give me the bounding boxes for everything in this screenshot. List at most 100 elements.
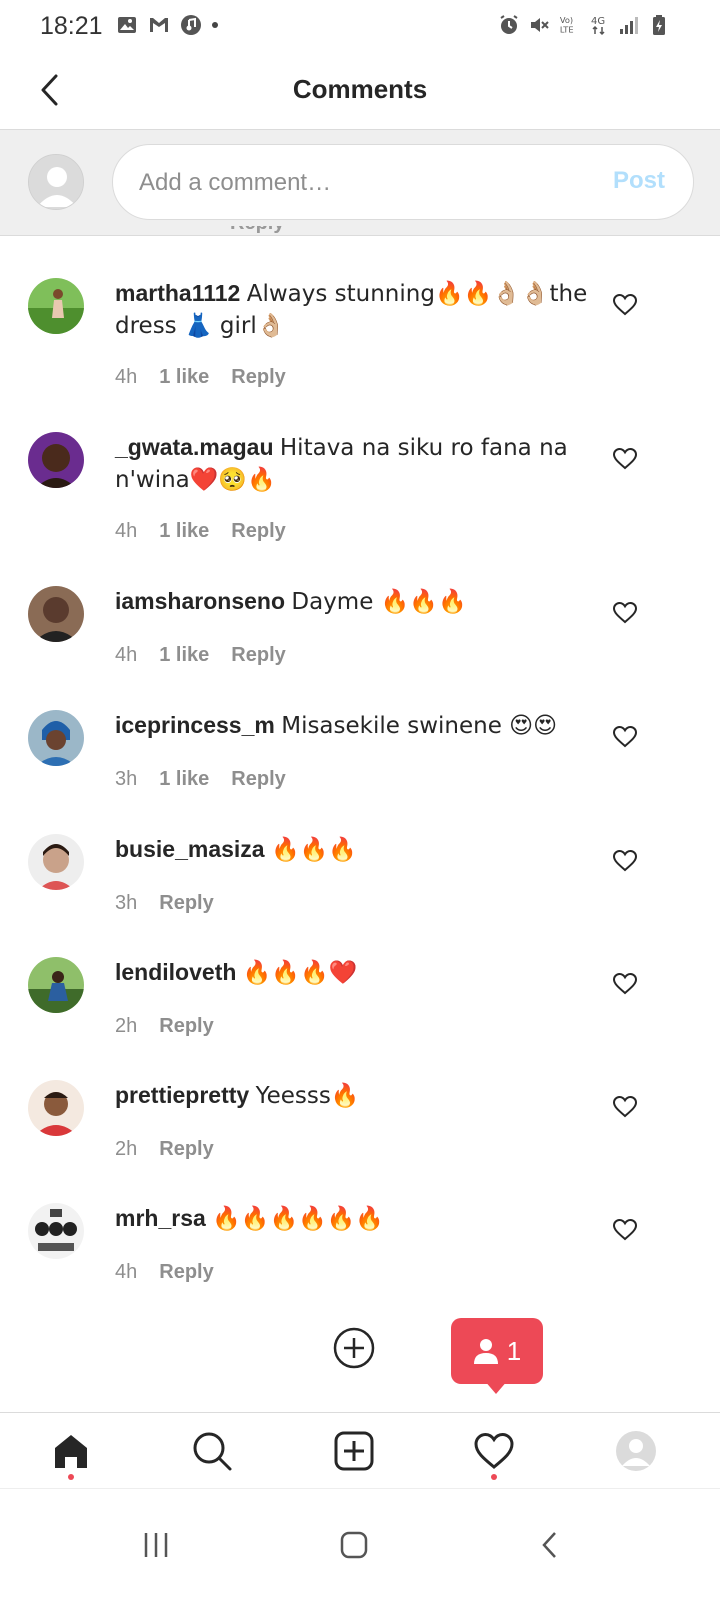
comment-likes[interactable]: 1 like (159, 366, 209, 389)
new-post-icon (334, 1431, 374, 1471)
comment-time: 2h (115, 1138, 138, 1160)
my-avatar (28, 154, 84, 210)
comment-meta: 2h Reply (115, 1015, 214, 1038)
like-heart-icon[interactable] (612, 446, 638, 472)
nav-activity[interactable] (470, 1427, 518, 1475)
chevron-left-icon (542, 1532, 556, 1558)
alarm-icon (498, 14, 520, 36)
nav-new-post[interactable] (330, 1427, 378, 1475)
like-heart-icon[interactable] (612, 1217, 638, 1243)
comment-text: busie_masiza 🔥🔥🔥 (115, 834, 595, 866)
system-navigation-bar (0, 1488, 720, 1600)
network-4g-icon: 4G (588, 14, 610, 36)
comment-meta: 4h 1 like Reply (115, 520, 286, 543)
comment-text: mrh_rsa 🔥🔥🔥🔥🔥🔥 (115, 1203, 595, 1235)
home-indicator-dot (68, 1474, 74, 1480)
avatar[interactable] (28, 1203, 84, 1259)
comment-username[interactable]: iamsharonseno (115, 588, 285, 614)
gallery-icon (116, 14, 138, 36)
comment-username[interactable]: prettiepretty (115, 1082, 249, 1108)
reply-button[interactable]: Reply (159, 892, 213, 915)
search-icon (193, 1432, 232, 1471)
comment-input-wrapper: Post (112, 144, 694, 220)
reply-button[interactable]: Reply (231, 768, 285, 791)
recent-apps-button[interactable] (136, 1525, 176, 1565)
nav-profile[interactable] (612, 1427, 660, 1475)
comment-username[interactable]: _gwata.magau (115, 434, 274, 460)
like-heart-icon[interactable] (612, 1094, 638, 1120)
status-bar: 18:21 Vo) LTE 4G (0, 0, 720, 54)
nav-home[interactable] (47, 1427, 95, 1475)
system-back-button[interactable] (530, 1525, 570, 1565)
comment-likes[interactable]: 1 like (159, 520, 209, 543)
notification-icons (116, 14, 218, 36)
reply-button[interactable]: Reply (159, 1138, 213, 1161)
home-button[interactable] (334, 1525, 374, 1565)
avatar[interactable] (28, 710, 84, 766)
activity-indicator-dot (491, 1474, 497, 1480)
previous-comment-reply-fragment: Reply (230, 226, 310, 236)
like-heart-icon[interactable] (612, 292, 638, 318)
reply-button[interactable]: Reply (159, 1015, 213, 1038)
nav-search[interactable] (188, 1427, 236, 1475)
like-heart-icon[interactable] (612, 848, 638, 874)
comment-username[interactable]: iceprincess_m (115, 712, 275, 738)
comment-message: Yeesss🔥 (255, 1083, 360, 1109)
comment-meta: 3h 1 like Reply (115, 768, 286, 791)
reply-button[interactable]: Reply (159, 1261, 213, 1284)
avatar[interactable] (28, 834, 84, 890)
post-button[interactable]: Post (613, 167, 665, 195)
recent-apps-icon (144, 1533, 168, 1557)
battery-charging-icon (648, 14, 670, 36)
new-followers-notification[interactable]: 1 (451, 1318, 543, 1384)
comment-input[interactable] (139, 163, 579, 203)
comment-meta: 4h 1 like Reply (115, 366, 286, 389)
avatar[interactable] (28, 432, 84, 488)
comment-message: 🔥🔥🔥 (270, 837, 357, 863)
comment-meta: 4h Reply (115, 1261, 214, 1284)
profile-icon (616, 1431, 656, 1471)
comments-header: Comments (0, 54, 720, 130)
reply-button[interactable]: Reply (231, 520, 285, 543)
comment-username[interactable]: martha1112 (115, 280, 240, 306)
reply-button[interactable]: Reply (231, 644, 285, 667)
comment-text: martha1112 Always stunning🔥🔥👌🏼👌🏼the dres… (115, 278, 595, 342)
comment-message: Misasekile swinene 😍😍 (281, 713, 558, 739)
like-heart-icon[interactable] (612, 724, 638, 750)
comment-time: 3h (115, 768, 138, 790)
comment-time: 2h (115, 1015, 138, 1037)
svg-text:LTE: LTE (560, 24, 574, 34)
comment-username[interactable]: mrh_rsa (115, 1205, 206, 1231)
comment-likes[interactable]: 1 like (159, 644, 209, 667)
signal-icon (618, 14, 640, 36)
mute-icon (528, 14, 550, 36)
comment-time: 4h (115, 366, 138, 388)
page-title: Comments (292, 74, 428, 104)
comment-meta: 4h 1 like Reply (115, 644, 286, 667)
comment-message: Dayme 🔥🔥🔥 (291, 589, 467, 615)
comment-likes[interactable]: 1 like (159, 768, 209, 791)
avatar[interactable] (28, 1080, 84, 1136)
more-notifications-dot (212, 22, 218, 28)
like-heart-icon[interactable] (612, 600, 638, 626)
comment-text: _gwata.magau Hitava na siku ro fana na n… (115, 432, 595, 496)
music-icon (180, 14, 202, 36)
svg-text:4G: 4G (591, 16, 605, 27)
comment-username[interactable]: busie_masiza (115, 836, 265, 862)
reply-button[interactable]: Reply (231, 366, 285, 389)
avatar[interactable] (28, 586, 84, 642)
like-heart-icon[interactable] (612, 971, 638, 997)
comment-username[interactable]: lendiloveth (115, 959, 236, 985)
person-icon (473, 1339, 498, 1364)
avatar[interactable] (28, 957, 84, 1013)
avatar[interactable] (28, 278, 84, 334)
comment-time: 4h (115, 520, 138, 542)
home-icon (55, 1435, 87, 1468)
comment-text: prettiepretty Yeesss🔥 (115, 1080, 595, 1112)
notification-count: 1 (506, 1335, 522, 1366)
comment-message: 🔥🔥🔥❤️ (242, 960, 358, 986)
add-circle-icon[interactable] (332, 1326, 376, 1370)
comment-time: 4h (115, 1261, 138, 1283)
notification-pointer (484, 1380, 508, 1394)
comment-time: 4h (115, 644, 138, 666)
